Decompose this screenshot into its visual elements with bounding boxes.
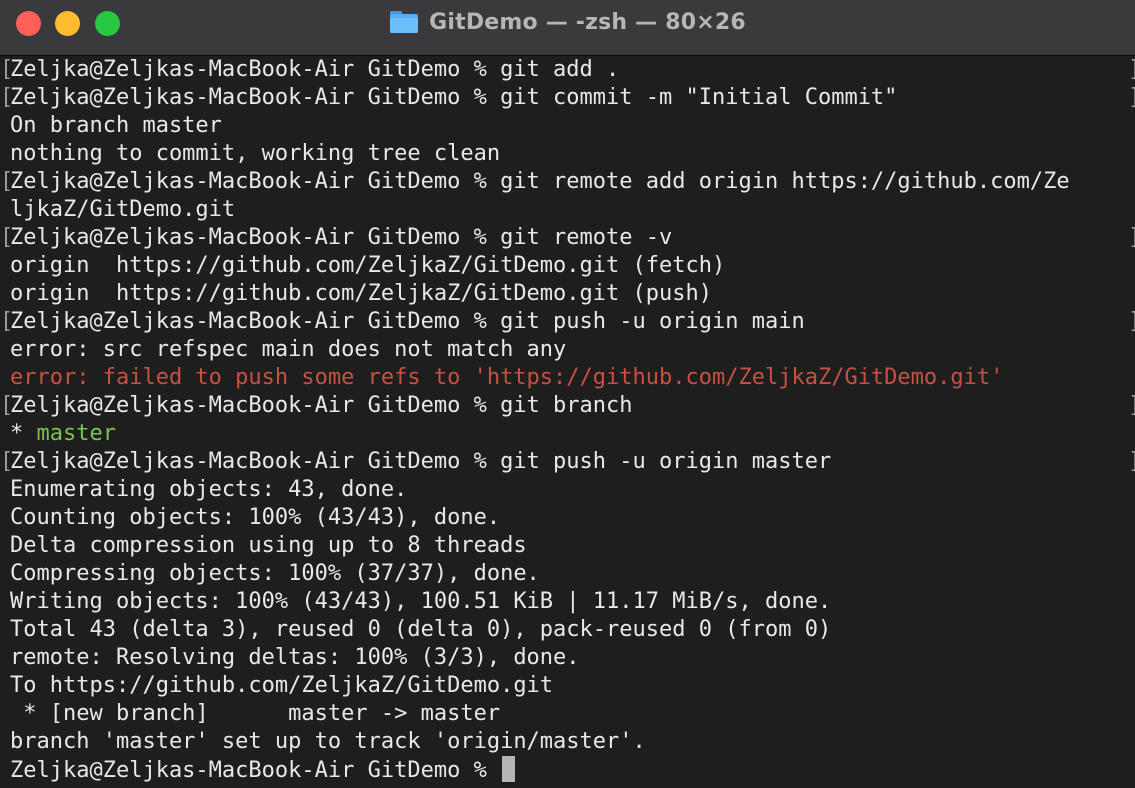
terminal-line: Compressing objects: 100% (37/37), done. <box>10 561 540 586</box>
terminal-line: To https://github.com/ZeljkaZ/GitDemo.gi… <box>10 673 554 698</box>
terminal-line: remote: Resolving deltas: 100% (3/3), do… <box>10 645 580 670</box>
terminal-line: origin https://github.com/ZeljkaZ/GitDem… <box>10 281 712 306</box>
title-bar[interactable]: GitDemo — -zsh — 80×26 <box>0 0 1135 56</box>
terminal-line: origin https://github.com/ZeljkaZ/GitDem… <box>10 253 726 278</box>
prompt-bracket-right: ] <box>1128 308 1135 336</box>
terminal-line: * [new branch] master -> master <box>10 701 501 726</box>
prompt-bracket-right: ] <box>1128 392 1135 420</box>
terminal-line: Zeljka@Zeljkas-MacBook-Air GitDemo % git… <box>10 225 673 250</box>
terminal-line: ljkaZ/GitDemo.git <box>10 197 236 222</box>
terminal-line: Zeljka@Zeljkas-MacBook-Air GitDemo % git… <box>10 85 898 110</box>
branch-marker: * <box>10 421 37 446</box>
prompt-bracket-right: ] <box>1128 56 1135 84</box>
current-branch-name: master <box>36 421 116 446</box>
prompt-bracket-right: ] <box>1128 84 1135 112</box>
terminal-line: Total 43 (delta 3), reused 0 (delta 0), … <box>10 617 832 642</box>
text-cursor <box>502 756 516 782</box>
prompt-bracket-right: ] <box>1128 448 1135 476</box>
prompt-bracket-right: ] <box>1128 224 1135 252</box>
terminal-line: Zeljka@Zeljkas-MacBook-Air GitDemo % git… <box>10 393 633 418</box>
terminal-line: error: src refspec main does not match a… <box>10 337 567 362</box>
branch-list-line: * master <box>10 420 116 448</box>
prompt-text: Zeljka@Zeljkas-MacBook-Air GitDemo % <box>10 758 501 783</box>
terminal-line: Zeljka@Zeljkas-MacBook-Air GitDemo % git… <box>10 449 832 474</box>
prompt-line[interactable]: Zeljka@Zeljkas-MacBook-Air GitDemo % <box>10 756 516 784</box>
terminal-line: Zeljka@Zeljkas-MacBook-Air GitDemo % git… <box>10 309 805 334</box>
terminal-line: Zeljka@Zeljkas-MacBook-Air GitDemo % git… <box>10 57 620 82</box>
window-title-group: GitDemo — -zsh — 80×26 <box>0 0 1135 44</box>
terminal-line: Enumerating objects: 43, done. <box>10 477 408 502</box>
terminal-error-line: error: failed to push some refs to 'http… <box>10 365 1004 390</box>
terminal-line: branch 'master' set up to track 'origin/… <box>10 729 646 754</box>
terminal-line: Zeljka@Zeljkas-MacBook-Air GitDemo % git… <box>10 169 1070 194</box>
terminal-line: Counting objects: 100% (43/43), done. <box>10 505 501 530</box>
terminal-output[interactable]: [ [ [ [ [ [ [ ] ] ] ] ] ] Zeljka@Zeljkas… <box>0 56 1135 788</box>
terminal-window: GitDemo — -zsh — 80×26 [ [ [ [ [ [ [ ] ]… <box>0 0 1135 788</box>
folder-icon <box>389 10 419 34</box>
terminal-line: Delta compression using up to 8 threads <box>10 533 527 558</box>
terminal-line: nothing to commit, working tree clean <box>10 141 501 166</box>
terminal-line: On branch master <box>10 113 222 138</box>
terminal-line: Writing objects: 100% (43/43), 100.51 Ki… <box>10 589 832 614</box>
window-title: GitDemo — -zsh — 80×26 <box>429 9 746 35</box>
